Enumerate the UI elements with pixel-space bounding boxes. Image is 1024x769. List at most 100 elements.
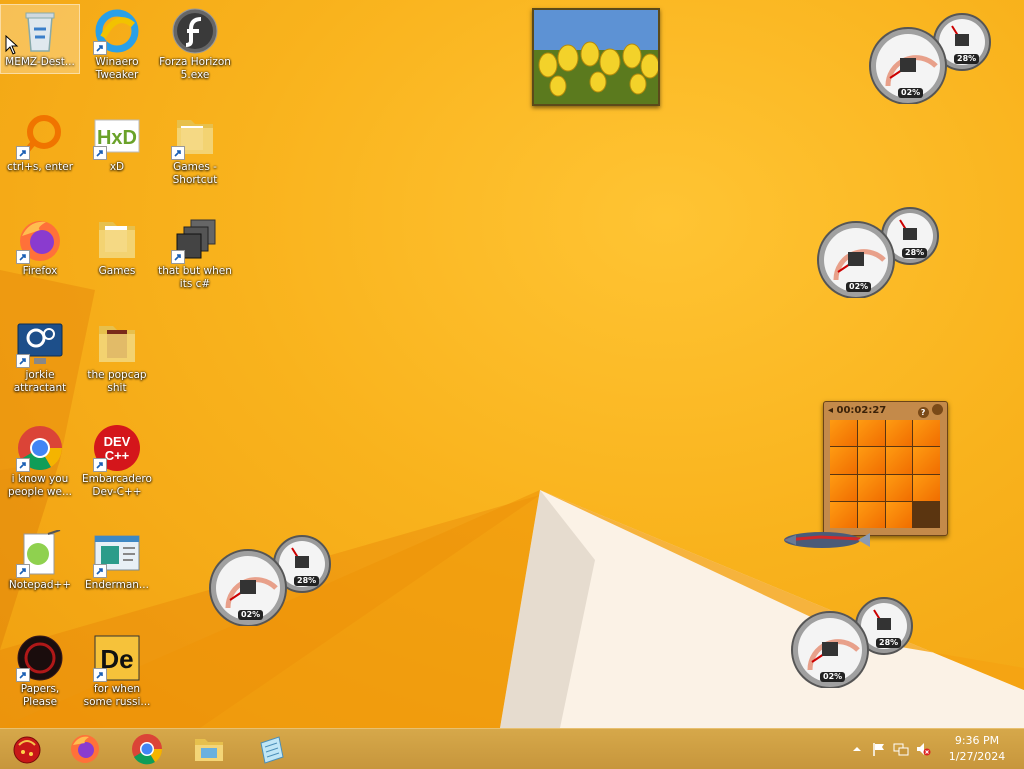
taskbar-file-explorer-button[interactable] — [182, 731, 236, 767]
devcpp-icon-text-1: DEV — [104, 434, 131, 449]
desktop-icon-label: the popcap shit — [87, 369, 147, 394]
puzzle-empty-slot[interactable] — [913, 501, 940, 528]
fish-gadget[interactable] — [780, 525, 872, 559]
desktop-icon-games[interactable]: Games — [78, 214, 156, 279]
desktop-icon-ctrl-s-enter[interactable]: ctrl+s, enter — [1, 110, 79, 175]
ram-percent: 28% — [876, 638, 902, 648]
desktop-icon-firefox[interactable]: Firefox — [1, 214, 79, 279]
puzzle-tile[interactable] — [857, 420, 885, 447]
show-hidden-icons-button[interactable] — [848, 740, 866, 758]
desktop-icon-label: Forza Horizon 5.exe — [159, 56, 231, 81]
volume-muted-icon — [917, 743, 931, 756]
puzzle-tile[interactable] — [885, 447, 913, 474]
folder-icon — [171, 112, 219, 160]
desktop-icon-label: Games - Shortcut — [172, 161, 218, 186]
cpu-meter-gadget[interactable]: 02% 28% — [790, 596, 915, 689]
shortcut-arrow-icon — [93, 668, 107, 682]
desktop-icon-enderman[interactable]: Enderman... — [78, 528, 156, 593]
puzzle-header: ◂ 00:02:27 ? — [824, 402, 947, 419]
puzzle-help-button[interactable]: ? — [917, 406, 929, 418]
puzzle-tile[interactable] — [830, 420, 857, 447]
taskbar-notepad-button[interactable] — [244, 731, 298, 767]
shortcut-arrow-icon — [16, 564, 30, 578]
puzzle-tile[interactable] — [830, 447, 857, 474]
taskbar-clock[interactable]: 9:36 PM 1/27/2024 — [942, 733, 1012, 765]
shortcut-arrow-icon — [171, 250, 185, 264]
stacked-windows-icon — [171, 216, 219, 264]
cpu-percent: 02% — [898, 88, 924, 98]
devcpp-icon-text-2: C++ — [105, 448, 130, 463]
desktop-icon-devcpp[interactable]: DEV C++ Embarcadero Dev-C++ — [78, 422, 156, 500]
puzzle-tile[interactable] — [857, 474, 885, 501]
picture-puzzle-gadget[interactable]: ◂ 00:02:27 ? — [823, 401, 948, 536]
papers-please-icon — [16, 634, 64, 682]
desktop-icon-label: that but when its c# — [158, 265, 232, 290]
shortcut-arrow-icon — [16, 458, 30, 472]
start-button[interactable] — [0, 731, 54, 767]
shortcut-arrow-icon — [16, 250, 30, 264]
action-center-button[interactable] — [870, 740, 888, 758]
taskbar-firefox-button[interactable] — [58, 731, 112, 767]
taskbar-chrome-button[interactable] — [120, 731, 174, 767]
notepad-icon — [260, 736, 284, 764]
ram-percent: 28% — [902, 248, 928, 258]
chevron-up-icon — [853, 747, 861, 751]
clock-time: 9:36 PM — [954, 734, 1000, 747]
puzzle-tile[interactable] — [830, 474, 857, 501]
desktop-icon-chrome[interactable]: i know you people we... — [1, 422, 79, 500]
desktop-icon-notepadpp[interactable]: Notepad++ — [1, 528, 79, 593]
desktop-icon-games-shortcut[interactable]: Games - Shortcut — [156, 110, 234, 188]
cpu-meter-gadget[interactable]: 02% 28% — [208, 534, 333, 627]
volume-button[interactable] — [914, 740, 932, 758]
slideshow-gadget[interactable] — [532, 8, 660, 106]
desktop-icon-label: for when some russi... — [83, 683, 151, 708]
puzzle-picture-icon[interactable] — [932, 403, 943, 415]
de-icon: De — [93, 634, 141, 682]
firefox-icon — [71, 735, 99, 763]
desktop-icon-jorkie-attractant[interactable]: jorkie attractant — [1, 318, 79, 396]
desktop-icon-the-popcap-shit[interactable]: the popcap shit — [78, 318, 156, 396]
desktop-icon-label: i know you people we... — [8, 473, 72, 498]
puzzle-timer-value: 00:02:27 — [836, 405, 887, 416]
notepadpp-icon — [16, 529, 64, 578]
desktop-icon-xd[interactable]: HxD xD — [78, 110, 156, 175]
desktop-icon-papers-please[interactable]: Papers, Please — [1, 632, 79, 710]
start-orb-icon — [13, 736, 41, 764]
flash-icon — [171, 7, 219, 55]
cpu-meter-gadget[interactable]: 02% 28% — [816, 206, 941, 299]
ram-percent: 28% — [954, 54, 980, 64]
recycle-bin-icon — [16, 7, 64, 55]
desktop-icon-label: Notepad++ — [8, 579, 72, 591]
desktop-icon-label: xD — [109, 161, 125, 173]
puzzle-tile[interactable] — [913, 447, 940, 474]
shortcut-arrow-icon — [171, 146, 185, 160]
file-explorer-icon — [195, 739, 223, 761]
puzzle-tile[interactable] — [885, 420, 913, 447]
cpu-percent: 02% — [238, 610, 264, 620]
desktop-icon-for-when-some-russi[interactable]: De for when some russi... — [78, 632, 156, 710]
desktop-icon-label: Winaero Tweaker — [95, 56, 139, 81]
shortcut-arrow-icon — [16, 146, 30, 160]
winaero-tweaker-icon — [93, 7, 141, 55]
puzzle-grid[interactable] — [830, 420, 940, 528]
network-button[interactable] — [892, 740, 910, 758]
hxd-icon: HxD — [93, 112, 141, 160]
cpu-meter-gadget[interactable]: 02% 28% — [868, 12, 993, 105]
desktop-icon-label: Papers, Please — [20, 683, 60, 708]
puzzle-tile[interactable] — [913, 474, 940, 501]
puzzle-tile[interactable] — [885, 474, 913, 501]
desktop-icon-winaero-tweaker[interactable]: Winaero Tweaker — [78, 5, 156, 83]
tulips-photo — [534, 10, 658, 104]
shortcut-arrow-icon — [93, 146, 107, 160]
puzzle-tile[interactable] — [913, 420, 940, 447]
desktop-icon-label: Embarcadero Dev-C++ — [82, 473, 152, 498]
desktop-icon-that-but-when-its-csharp[interactable]: that but when its c# — [156, 214, 234, 292]
chrome-icon — [16, 424, 64, 472]
network-icon — [893, 743, 909, 756]
system-tray — [846, 729, 934, 769]
puzzle-tile[interactable] — [857, 447, 885, 474]
shortcut-arrow-icon — [16, 354, 30, 368]
desktop-icon-forza[interactable]: Forza Horizon 5.exe — [156, 5, 234, 83]
puzzle-tile[interactable] — [885, 501, 913, 528]
fish-icon — [784, 532, 870, 548]
